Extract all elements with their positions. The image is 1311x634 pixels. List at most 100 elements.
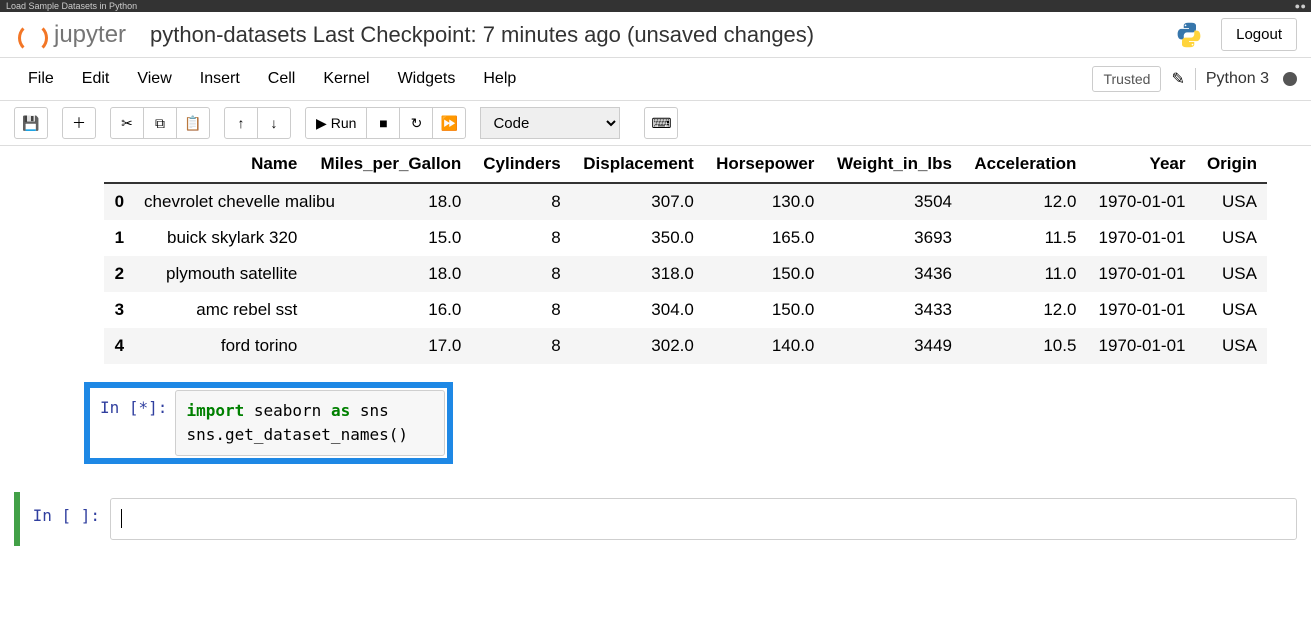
menu-view[interactable]: View [123, 64, 185, 94]
play-icon: ▶ [316, 115, 327, 132]
col-mpg: Miles_per_Gallon [307, 146, 471, 183]
text-cursor [121, 509, 132, 528]
cell-horsepower: 140.0 [704, 328, 825, 364]
tab-title: Load Sample Datasets in Python [6, 1, 137, 11]
table-row: 1buick skylark 32015.08350.0165.0369311.… [104, 220, 1267, 256]
cell-horsepower: 130.0 [704, 183, 825, 220]
table-row: 0chevrolet chevelle malibu18.08307.0130.… [104, 183, 1267, 220]
code-cell-empty[interactable]: In [ ]: [14, 492, 1297, 546]
cell-weight: 3504 [824, 183, 962, 220]
code-input[interactable]: import seaborn as snssns.get_dataset_nam… [175, 390, 445, 456]
fast-forward-icon: ⏩ [441, 115, 458, 132]
cell-displacement: 318.0 [571, 256, 704, 292]
cell-origin: USA [1195, 220, 1267, 256]
python-logo-icon [1175, 21, 1203, 49]
cell-year: 1970-01-01 [1086, 183, 1195, 220]
col-acceleration: Acceleration [962, 146, 1086, 183]
paste-icon: 📋 [184, 115, 201, 132]
cell-name: chevrolet chevelle malibu [134, 183, 307, 220]
cell-year: 1970-01-01 [1086, 328, 1195, 364]
kernel-status-icon [1283, 72, 1297, 86]
window-controls: ● ● [1295, 1, 1305, 11]
col-weight: Weight_in_lbs [824, 146, 962, 183]
cell-acceleration: 11.0 [962, 256, 1086, 292]
cell-mpg: 18.0 [307, 256, 471, 292]
cell-name: plymouth satellite [134, 256, 307, 292]
menu-help[interactable]: Help [469, 64, 530, 94]
cell-mpg: 16.0 [307, 292, 471, 328]
cell-displacement: 307.0 [571, 183, 704, 220]
command-palette-button[interactable]: ⌨ [644, 107, 678, 139]
table-row: 4ford torino17.08302.0140.0344910.51970-… [104, 328, 1267, 364]
cell-acceleration: 12.0 [962, 183, 1086, 220]
table-row: 3amc rebel sst16.08304.0150.0343312.0197… [104, 292, 1267, 328]
divider [1195, 68, 1196, 90]
row-index: 0 [104, 183, 134, 220]
cell-name: buick skylark 320 [134, 220, 307, 256]
arrow-up-icon: ↑ [238, 115, 245, 131]
jupyter-logo[interactable]: jupyter [14, 19, 126, 51]
dataframe-output: Name Miles_per_Gallon Cylinders Displace… [104, 146, 1267, 364]
cut-button[interactable]: ✂ [110, 107, 144, 139]
cell-horsepower: 165.0 [704, 220, 825, 256]
menubar: File Edit View Insert Cell Kernel Widget… [0, 58, 1311, 101]
highlighted-cell-box: In [*]: import seaborn as snssns.get_dat… [84, 382, 453, 464]
code-cell-running[interactable]: In [*]: import seaborn as snssns.get_dat… [92, 390, 445, 456]
restart-run-all-button[interactable]: ⏩ [432, 107, 466, 139]
insert-cell-button[interactable]: ＋ [62, 107, 96, 139]
jupyter-icon [14, 19, 46, 51]
move-down-button[interactable]: ↓ [257, 107, 291, 139]
cell-name: ford torino [134, 328, 307, 364]
cell-displacement: 350.0 [571, 220, 704, 256]
interrupt-button[interactable]: ■ [366, 107, 400, 139]
notebook-title[interactable]: python-datasets Last Checkpoint: 7 minut… [150, 22, 814, 48]
menu-cell[interactable]: Cell [254, 64, 310, 94]
jupyter-logo-text: jupyter [54, 21, 126, 49]
col-cylinders: Cylinders [471, 146, 570, 183]
run-button[interactable]: ▶Run [305, 107, 367, 139]
cell-acceleration: 10.5 [962, 328, 1086, 364]
logout-button[interactable]: Logout [1221, 18, 1297, 51]
cell-cylinders: 8 [471, 220, 570, 256]
col-displacement: Displacement [571, 146, 704, 183]
copy-button[interactable]: ⧉ [143, 107, 177, 139]
cell-weight: 3449 [824, 328, 962, 364]
edit-icon[interactable]: ✎ [1171, 69, 1184, 89]
browser-tab: Load Sample Datasets in Python ● ● [0, 0, 1311, 12]
cell-prompt: In [*]: [92, 390, 175, 456]
cell-year: 1970-01-01 [1086, 292, 1195, 328]
table-row: 2plymouth satellite18.08318.0150.0343611… [104, 256, 1267, 292]
cell-prompt: In [ ]: [20, 498, 110, 540]
move-up-button[interactable]: ↑ [224, 107, 258, 139]
save-button[interactable]: 💾 [14, 107, 48, 139]
cell-name: amc rebel sst [134, 292, 307, 328]
cell-displacement: 302.0 [571, 328, 704, 364]
trusted-indicator[interactable]: Trusted [1092, 66, 1161, 92]
col-index [104, 146, 134, 183]
menu-edit[interactable]: Edit [68, 64, 124, 94]
cell-weight: 3436 [824, 256, 962, 292]
menu-insert[interactable]: Insert [186, 64, 254, 94]
cell-displacement: 304.0 [571, 292, 704, 328]
paste-button[interactable]: 📋 [176, 107, 210, 139]
menu-kernel[interactable]: Kernel [309, 64, 383, 94]
kernel-name[interactable]: Python 3 [1206, 70, 1269, 88]
plus-icon: ＋ [72, 113, 86, 133]
cell-cylinders: 8 [471, 328, 570, 364]
toolbar: 💾 ＋ ✂ ⧉ 📋 ↑ ↓ ▶Run ■ ↻ ⏩ Code ⌨ [0, 101, 1311, 146]
cell-horsepower: 150.0 [704, 292, 825, 328]
menu-file[interactable]: File [14, 64, 68, 94]
cell-origin: USA [1195, 292, 1267, 328]
arrow-down-icon: ↓ [271, 115, 278, 131]
restart-button[interactable]: ↻ [399, 107, 433, 139]
col-horsepower: Horsepower [704, 146, 825, 183]
row-index: 4 [104, 328, 134, 364]
keyboard-icon: ⌨ [651, 115, 671, 132]
copy-icon: ⧉ [155, 115, 165, 132]
row-index: 2 [104, 256, 134, 292]
cell-cylinders: 8 [471, 292, 570, 328]
stop-icon: ■ [379, 115, 387, 131]
menu-widgets[interactable]: Widgets [384, 64, 470, 94]
cell-type-select[interactable]: Code [480, 107, 620, 139]
code-input[interactable] [110, 498, 1297, 540]
